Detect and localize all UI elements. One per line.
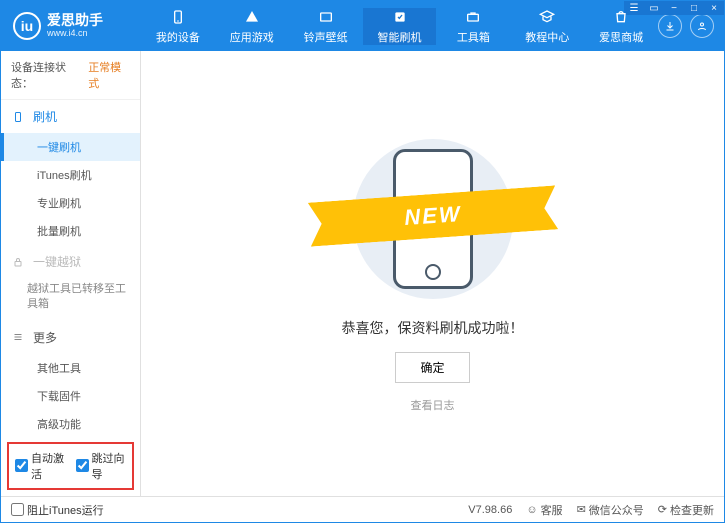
logo-icon: iu	[13, 12, 41, 40]
sidebar: 设备连接状态： 正常模式 刷机 一键刷机 iTunes刷机 专业刷机 批量刷机 …	[1, 51, 141, 496]
section-more[interactable]: 更多	[1, 321, 140, 354]
wechat-link[interactable]: ✉ 微信公众号	[577, 502, 644, 518]
nav-ringtones[interactable]: 铃声壁纸	[289, 8, 363, 45]
status-value: 正常模式	[88, 59, 130, 91]
store-icon	[612, 8, 630, 26]
user-button[interactable]	[690, 14, 714, 38]
nav-label: 我的设备	[156, 29, 200, 45]
chk-block-itunes[interactable]: 阻止iTunes运行	[11, 502, 104, 518]
ok-button[interactable]: 确定	[395, 352, 469, 383]
chk-skip-setup[interactable]: 跳过向导	[76, 450, 127, 482]
support-icon: ☺	[526, 504, 537, 516]
wechat-icon: ✉	[577, 503, 586, 516]
chk-skip-setup-input[interactable]	[76, 459, 89, 472]
nav-label: 智能刷机	[378, 29, 422, 45]
tutorial-icon	[538, 8, 556, 26]
footer: 阻止iTunes运行 V7.98.66 ☺ 客服 ✉ 微信公众号 ⟳ 检查更新	[1, 496, 724, 522]
menu-small-icon	[11, 330, 25, 344]
section-label: 一键越狱	[33, 253, 81, 270]
nav-label: 铃声壁纸	[304, 29, 348, 45]
sidebar-item-firmware[interactable]: 下载固件	[27, 382, 140, 410]
nav-store[interactable]: 爱思商城	[584, 8, 658, 45]
nav-label: 爱思商城	[599, 29, 643, 45]
section-label: 更多	[33, 329, 57, 346]
app-body: 设备连接状态： 正常模式 刷机 一键刷机 iTunes刷机 专业刷机 批量刷机 …	[1, 51, 724, 496]
support-link[interactable]: ☺ 客服	[526, 502, 562, 518]
main-content: NEW 恭喜您，保资料刷机成功啦！ 确定 查看日志	[141, 51, 724, 496]
wechat-label: 微信公众号	[589, 502, 644, 518]
logo[interactable]: iu 爱思助手 www.i4.cn	[1, 12, 141, 40]
nav-flash[interactable]: 智能刷机	[363, 8, 437, 45]
download-button[interactable]	[658, 14, 682, 38]
sidebar-item-other[interactable]: 其他工具	[27, 354, 140, 382]
device-status: 设备连接状态： 正常模式	[1, 51, 140, 100]
sidebar-item-itunes[interactable]: iTunes刷机	[27, 161, 140, 189]
section-jailbreak: 一键越狱	[1, 245, 140, 278]
jailbreak-note: 越狱工具已转移至工具箱	[1, 278, 140, 321]
chk-label: 跳过向导	[92, 450, 127, 482]
lock-small-icon	[11, 255, 25, 269]
app-subtitle: www.i4.cn	[47, 29, 103, 39]
status-label: 设备连接状态：	[11, 59, 84, 91]
nav-my-device[interactable]: 我的设备	[141, 8, 215, 45]
nav-label: 教程中心	[525, 29, 569, 45]
section-flash[interactable]: 刷机	[1, 100, 140, 133]
nav-tutorials[interactable]: 教程中心	[510, 8, 584, 45]
chk-block-itunes-input[interactable]	[11, 503, 24, 516]
chk-auto-activate[interactable]: 自动激活	[15, 450, 66, 482]
success-illustration: NEW	[333, 134, 533, 304]
app-title: 爱思助手	[47, 13, 103, 28]
sidebar-item-oneclick[interactable]: 一键刷机	[1, 133, 140, 161]
toolbox-icon	[464, 8, 482, 26]
support-label: 客服	[541, 502, 563, 518]
sidebar-item-advanced[interactable]: 高级功能	[27, 410, 140, 438]
titlebar: iu 爱思助手 www.i4.cn 我的设备 应用游戏 铃声壁纸 智能刷机	[1, 1, 724, 51]
nav-toolbox[interactable]: 工具箱	[436, 8, 510, 45]
sidebar-item-batch[interactable]: 批量刷机	[27, 217, 140, 245]
update-icon: ⟳	[658, 503, 667, 516]
nav-label: 应用游戏	[230, 29, 274, 45]
version-label: V7.98.66	[468, 504, 512, 516]
chk-label: 阻止iTunes运行	[27, 502, 104, 518]
update-label: 检查更新	[670, 502, 714, 518]
section-label: 刷机	[33, 108, 57, 125]
nav-label: 工具箱	[457, 29, 490, 45]
minimize-icon[interactable]: −	[664, 1, 684, 15]
sidebar-item-pro[interactable]: 专业刷机	[27, 189, 140, 217]
wallpaper-icon	[317, 8, 335, 26]
apps-icon	[243, 8, 261, 26]
flash-subitems: 一键刷机 iTunes刷机 专业刷机 批量刷机	[1, 133, 140, 245]
update-link[interactable]: ⟳ 检查更新	[658, 502, 714, 518]
top-nav: 我的设备 应用游戏 铃声壁纸 智能刷机 工具箱 教程中心	[141, 8, 658, 45]
title-right	[658, 14, 724, 38]
options-highlight: 自动激活 跳过向导	[7, 442, 134, 490]
app-window: ☰ ▭ − □ × iu 爱思助手 www.i4.cn 我的设备 应用游戏 铃声	[0, 0, 725, 523]
flash-icon	[391, 8, 409, 26]
nav-apps[interactable]: 应用游戏	[215, 8, 289, 45]
close-icon[interactable]: ×	[704, 1, 724, 15]
success-message: 恭喜您，保资料刷机成功啦！	[342, 318, 524, 338]
view-log-link[interactable]: 查看日志	[411, 397, 455, 413]
phone-icon	[169, 8, 187, 26]
chk-auto-activate-input[interactable]	[15, 459, 28, 472]
new-ribbon: NEW	[307, 185, 557, 246]
maximize-icon[interactable]: □	[684, 1, 704, 15]
chk-label: 自动激活	[31, 450, 66, 482]
phone-small-icon	[11, 110, 25, 124]
more-subitems: 其他工具 下载固件 高级功能	[1, 354, 140, 438]
